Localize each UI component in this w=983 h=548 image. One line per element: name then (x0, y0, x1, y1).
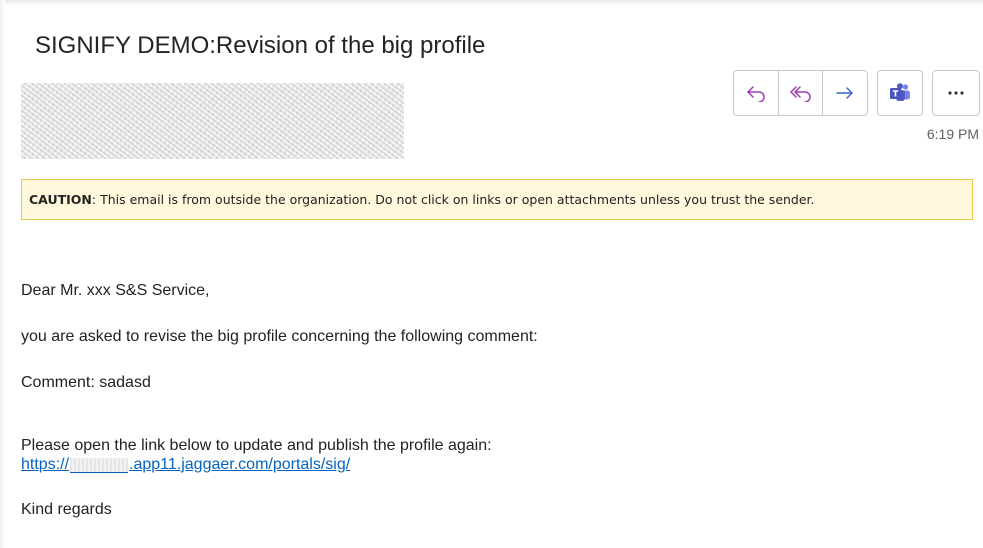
email-reading-pane: SIGNIFY DEMO:Revision of the big profile (0, 0, 983, 548)
comment-line: Comment: sadasd (21, 374, 151, 391)
forward-button[interactable] (823, 71, 867, 115)
teams-group (877, 70, 923, 116)
left-shadow (0, 0, 5, 548)
share-to-teams-button[interactable] (878, 71, 922, 115)
sender-info-redacted (21, 83, 404, 159)
caution-label: CAUTION (29, 192, 92, 207)
top-shadow (0, 0, 983, 6)
link-suffix: .app11.jaggaer.com/portals/sig/ (129, 456, 351, 473)
email-subject: SIGNIFY DEMO:Revision of the big profile (35, 32, 486, 59)
more-icon (948, 91, 964, 95)
profile-link[interactable]: https:// .app11.jaggaer.com/portals/sig/ (21, 455, 350, 475)
more-group (932, 70, 980, 116)
reply-actions-group (733, 70, 868, 116)
closing: Kind regards (21, 501, 112, 518)
reply-icon (747, 86, 765, 102)
teams-icon (890, 83, 910, 101)
forward-icon (836, 87, 853, 99)
reply-all-icon (789, 86, 811, 102)
link-redacted-part (70, 457, 129, 473)
reply-button[interactable] (734, 71, 779, 115)
link-prefix: https:// (21, 456, 70, 473)
more-actions-button[interactable] (933, 71, 979, 115)
greeting: Dear Mr. xxx S&S Service, (21, 282, 210, 299)
reply-all-button[interactable] (779, 71, 824, 115)
link-intro: Please open the link below to update and… (21, 437, 492, 454)
external-sender-caution-banner: CAUTION: This email is from outside the … (21, 179, 973, 220)
body-paragraph: you are asked to revise the big profile … (21, 328, 538, 345)
email-timestamp: 6:19 PM (926, 126, 979, 142)
caution-text: : This email is from outside the organiz… (91, 192, 815, 207)
